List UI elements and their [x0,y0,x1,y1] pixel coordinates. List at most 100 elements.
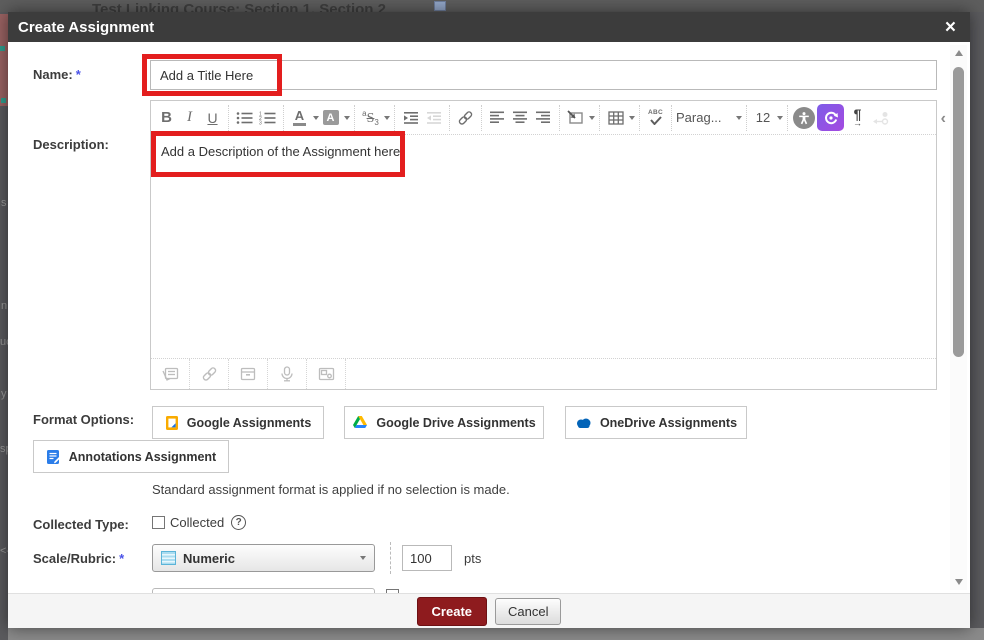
align-right-icon [536,111,551,124]
indent-icon [403,111,419,125]
help-icon[interactable]: ? [231,515,246,530]
name-input[interactable] [150,60,937,90]
points-unit-label: pts [464,551,481,566]
table-icon [608,111,624,125]
svg-text:3: 3 [259,120,262,125]
insert-resource-icon [162,367,179,382]
numbered-list-icon: 123 [259,111,276,125]
google-assignments-button[interactable]: Google Assignments [152,406,324,439]
editor-toolbar: B I U 123 A [151,101,936,135]
align-center-button[interactable] [509,105,532,131]
chevron-down-icon[interactable] [629,116,635,120]
dialog-body: Name:* Description: B I U 123 [8,42,970,593]
toolbar-collapse-button[interactable]: ‹ [941,110,946,128]
background-bottom-strip [8,628,984,640]
align-right-button[interactable] [532,105,555,131]
chevron-down-icon[interactable] [384,116,390,120]
microphone-icon [280,366,294,382]
italic-button[interactable]: I [178,105,201,131]
dashed-separator [390,542,391,574]
dialog-footer: Create Cancel [8,593,970,628]
accessibility-checker-button[interactable] [792,105,815,131]
bullet-list-button[interactable] [233,105,256,131]
chevron-down-icon[interactable] [344,116,350,120]
background-course-banner [0,14,8,106]
annotations-assignment-button[interactable]: Annotations Assignment [33,440,229,473]
record-audio-button[interactable] [268,359,307,389]
font-size-dropdown[interactable]: 12 [751,105,775,131]
description-editor-area[interactable]: Add a Description of the Assignment here… [151,135,936,359]
chevron-down-icon[interactable] [736,116,742,120]
create-button[interactable]: Create [417,597,487,626]
collected-type-label: Collected Type: [33,517,129,532]
paragraph-format-dropdown[interactable]: Parag... [676,105,734,131]
toolbar-group-indent [395,105,450,131]
paragraph-direction-button[interactable]: ¶→ [846,105,869,131]
chevron-down-icon[interactable] [589,116,595,120]
scroll-up-button[interactable] [950,45,967,61]
scroll-down-button[interactable] [950,574,967,590]
background-page-title: Test Linking Course: Section 1, Section … [92,0,386,12]
required-mark: * [76,67,81,82]
insert-link-button[interactable] [454,105,477,131]
indent-button[interactable] [399,105,422,131]
scale-selected-option: Numeric [183,551,351,566]
points-input[interactable] [402,545,452,571]
collected-row: Collected ? [152,515,246,530]
background-color-icon: A [323,110,339,125]
background-text-fragment: y [1,388,7,400]
circular-arrow-p-icon [823,110,839,126]
underline-button[interactable]: U [201,105,224,131]
format-options-label: Format Options: [33,412,134,427]
link-icon [201,366,218,382]
bullet-list-icon [236,111,253,125]
chevron-down-icon [360,556,366,560]
scale-rubric-dropdown[interactable]: Numeric [152,544,375,572]
font-color-icon: A [293,109,306,126]
align-center-icon [513,111,528,124]
editor-insert-bar [151,359,936,389]
dialog-header: Create Assignment × [8,12,970,42]
font-color-button[interactable]: A [288,105,311,131]
scrollbar-thumb[interactable] [953,67,964,357]
insert-link-bottom-button[interactable] [190,359,229,389]
rich-text-editor: B I U 123 A [150,100,937,390]
disabled-tool-button [869,105,892,131]
numbered-list-button[interactable]: 123 [256,105,279,131]
toolbar-group-plugins: ¶→ [788,105,896,131]
insert-file-button[interactable] [229,359,268,389]
chevron-down-icon[interactable] [777,116,783,120]
format-button-label: Google Assignments [187,416,312,430]
purple-plugin-button[interactable] [817,104,844,131]
background-color-button[interactable]: A [319,105,342,131]
font-size-group: 12 [747,105,788,131]
insert-content-icon [567,110,584,125]
cancel-button[interactable]: Cancel [495,598,561,625]
format-button-label: Annotations Assignment [69,450,216,464]
arrow-down-icon [955,579,963,585]
google-drive-assignments-button[interactable]: Google Drive Assignments [344,406,544,439]
description-text: Add a Description of the Assignment here… [161,144,404,159]
close-icon[interactable]: × [941,18,960,37]
insert-content-button[interactable] [564,105,587,131]
create-assignment-dialog: Create Assignment × Name:* Description: … [8,12,970,628]
collected-checkbox[interactable] [152,516,165,529]
outdent-button[interactable] [422,105,445,131]
description-label: Description: [33,137,109,152]
onedrive-assignments-button[interactable]: OneDrive Assignments [565,406,747,439]
accessibility-icon [793,107,815,129]
align-left-button[interactable] [486,105,509,131]
background-banner-dot [0,46,5,51]
strikethrough-options-button[interactable]: aS3 [359,105,382,131]
file-archive-icon [240,367,256,381]
insert-table-button[interactable] [604,105,627,131]
spellcheck-button[interactable]: ABC [644,105,667,131]
disabled-tool-icon [872,111,890,125]
background-text-fragment: n [1,300,7,312]
arrow-up-icon [955,50,963,56]
media-frame-icon [318,367,335,381]
bold-button[interactable]: B [155,105,178,131]
insert-resource-button[interactable] [151,359,190,389]
record-video-button[interactable] [307,359,346,389]
dialog-title: Create Assignment [18,19,941,36]
